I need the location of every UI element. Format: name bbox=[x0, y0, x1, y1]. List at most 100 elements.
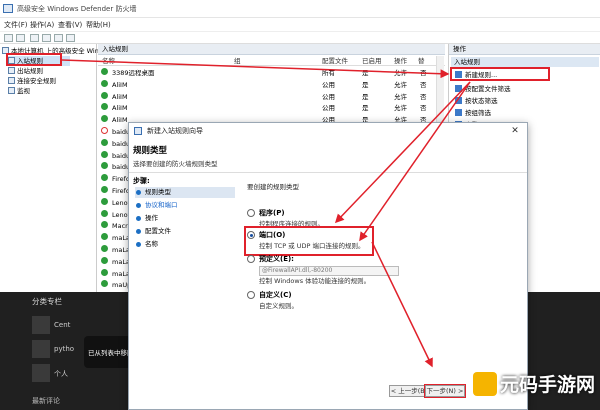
col-group[interactable]: 组 bbox=[234, 56, 241, 66]
back-icon[interactable] bbox=[4, 34, 13, 42]
rule-name: 3389远程桌面 bbox=[112, 69, 155, 77]
table-row[interactable]: AliIM 公用 是 允许 否 bbox=[98, 103, 445, 113]
refresh-icon[interactable] bbox=[54, 34, 63, 42]
rule-name: AliIM bbox=[112, 80, 128, 89]
menu-bar: 文件(F) 操作(A) 查看(V) 帮助(H) bbox=[0, 18, 600, 32]
wizard-subheading: 选择要创建的防火墙规则类型 bbox=[133, 160, 218, 168]
outbound-rules-icon bbox=[8, 67, 15, 74]
latest-comments-heading: 最新评论 bbox=[32, 397, 60, 405]
category-thumbnail bbox=[32, 340, 50, 358]
rule-profile: 公用 bbox=[322, 104, 335, 113]
wizard-steps: 步骤: 规则类型 协议和端口 操作 配置文件 名称 bbox=[129, 173, 239, 409]
title-bar: 高级安全 Windows Defender 防火墙 bbox=[0, 0, 600, 18]
forward-icon[interactable] bbox=[16, 34, 25, 42]
category-heading: 分类专栏 bbox=[32, 297, 62, 306]
col-enabled[interactable]: 已启用 bbox=[362, 56, 382, 66]
tree-item-monitoring[interactable]: 监视 bbox=[8, 86, 30, 96]
tree-item-connection-security[interactable]: 连接安全规则 bbox=[8, 76, 56, 86]
actions-section-inbound[interactable]: 入站规则 bbox=[451, 57, 599, 67]
firewall-app-icon bbox=[3, 4, 13, 13]
close-icon[interactable]: ✕ bbox=[509, 125, 521, 137]
wizard-heading: 规则类型 bbox=[133, 146, 168, 156]
connection-security-icon bbox=[8, 77, 15, 84]
column-headers: 名称 组 配置文件 已启用 操作 替 bbox=[98, 56, 445, 66]
wizard-title-bar: 新建入站规则向导 bbox=[129, 123, 527, 139]
col-action[interactable]: 操作 bbox=[394, 56, 407, 66]
filter-icon bbox=[455, 109, 462, 116]
menu-action[interactable]: 操作(A) bbox=[30, 20, 54, 30]
rule-name: AliIM bbox=[112, 92, 128, 101]
option-program[interactable]: 程序(P) 控制程序连接的规则。 bbox=[247, 207, 517, 231]
filter-by-group-action[interactable]: 按组筛选 bbox=[455, 108, 491, 118]
allow-rule-icon bbox=[101, 245, 108, 252]
rules-pane-header: 入站规则 bbox=[98, 44, 445, 55]
toolbar bbox=[0, 32, 600, 44]
help-icon[interactable] bbox=[66, 34, 75, 42]
up-icon[interactable] bbox=[30, 34, 39, 42]
rule-type-question: 要创建的规则类型 bbox=[247, 183, 299, 191]
table-row[interactable]: 3389远程桌面 所有 是 允许 否 bbox=[98, 68, 445, 78]
radio-custom[interactable] bbox=[247, 291, 255, 299]
radio-predefined[interactable] bbox=[247, 255, 255, 263]
radio-port[interactable] bbox=[247, 231, 255, 239]
steps-title: 步骤: bbox=[133, 177, 150, 185]
rule-action: 允许 bbox=[394, 92, 407, 101]
option-port[interactable]: 端口(O) 控制 TCP 或 UDP 端口连接的规则。 bbox=[244, 226, 374, 256]
allow-rule-icon bbox=[101, 115, 108, 123]
site-watermark-logo: 元码手游网 bbox=[473, 370, 597, 404]
rule-name: AliIM bbox=[112, 116, 128, 125]
allow-rule-icon bbox=[101, 138, 108, 146]
allow-rule-icon bbox=[101, 186, 108, 193]
rule-enabled: 是 bbox=[362, 80, 369, 89]
block-rule-icon bbox=[101, 127, 108, 134]
category-thumbnail bbox=[32, 316, 50, 334]
allow-rule-icon bbox=[101, 209, 108, 217]
actions-header: 操作 bbox=[449, 44, 600, 55]
filter-by-profile-action[interactable]: 按配置文件筛选 bbox=[455, 84, 511, 94]
new-inbound-rule-wizard: 新建入站规则向导 ✕ 规则类型 选择要创建的防火墙规则类型 步骤: 规则类型 协… bbox=[128, 122, 528, 410]
table-row[interactable]: AliIM 公用 是 允许 否 bbox=[98, 91, 445, 102]
rule-profile: 所有 bbox=[322, 69, 335, 77]
allow-rule-icon bbox=[101, 256, 108, 264]
col-override[interactable]: 替 bbox=[418, 56, 425, 66]
option-custom[interactable]: 自定义(C) 自定义规则。 bbox=[247, 289, 517, 313]
allow-rule-icon bbox=[101, 280, 108, 288]
back-button[interactable]: < 上一步(B) bbox=[389, 385, 429, 397]
navigation-tree: 本地计算机 上的高级安全 Windows ... 入站规则 出站规则 连接安全规… bbox=[0, 44, 124, 292]
monitoring-icon bbox=[8, 87, 15, 94]
allow-rule-icon bbox=[101, 197, 108, 205]
wizard-title: 新建入站规则向导 bbox=[147, 127, 203, 135]
rule-override: 否 bbox=[420, 92, 427, 101]
show-hide-tree-icon[interactable] bbox=[42, 34, 51, 42]
wizard-body: 要创建的规则类型 程序(P) 控制程序连接的规则。 端口(O) 控制 TCP 或… bbox=[244, 181, 523, 401]
wizard-header: 规则类型 选择要创建的防火墙规则类型 bbox=[129, 139, 527, 173]
col-profile[interactable]: 配置文件 bbox=[322, 56, 348, 66]
filter-icon bbox=[455, 85, 462, 92]
category-thumbnail bbox=[32, 364, 50, 382]
rule-action: 允许 bbox=[394, 104, 407, 113]
rule-profile: 公用 bbox=[322, 80, 335, 89]
table-row[interactable]: AliIM 公用 是 允许 否 bbox=[98, 79, 445, 90]
watermark-badge-icon bbox=[473, 372, 497, 396]
menu-view[interactable]: 查看(V) bbox=[58, 20, 82, 30]
wizard-icon bbox=[134, 127, 142, 135]
step-protocol-ports[interactable]: 协议和端口 bbox=[135, 200, 178, 211]
predefined-select[interactable]: @FirewallAPI.dll,-80200 bbox=[259, 266, 399, 276]
window-title: 高级安全 Windows Defender 防火墙 bbox=[17, 5, 137, 13]
next-button[interactable]: 下一步(N) > bbox=[424, 384, 466, 398]
menu-file[interactable]: 文件(F) bbox=[4, 20, 28, 30]
col-name[interactable]: 名称 bbox=[102, 56, 115, 66]
menu-help[interactable]: 帮助(H) bbox=[86, 20, 111, 30]
step-action: 操作 bbox=[135, 213, 158, 224]
allow-rule-icon bbox=[101, 162, 108, 170]
rule-profile: 公用 bbox=[322, 92, 335, 101]
radio-program[interactable] bbox=[247, 209, 255, 217]
filter-by-state-action[interactable]: 按状态筛选 bbox=[455, 96, 498, 106]
rule-action: 允许 bbox=[394, 80, 407, 89]
tree-item-outbound-rules[interactable]: 出站规则 bbox=[8, 66, 43, 76]
allow-rule-icon bbox=[101, 233, 108, 241]
allow-rule-icon bbox=[101, 174, 108, 182]
allow-rule-icon bbox=[101, 103, 108, 111]
highlight-new-rule bbox=[450, 67, 550, 81]
step-rule-type: 规则类型 bbox=[135, 187, 235, 198]
